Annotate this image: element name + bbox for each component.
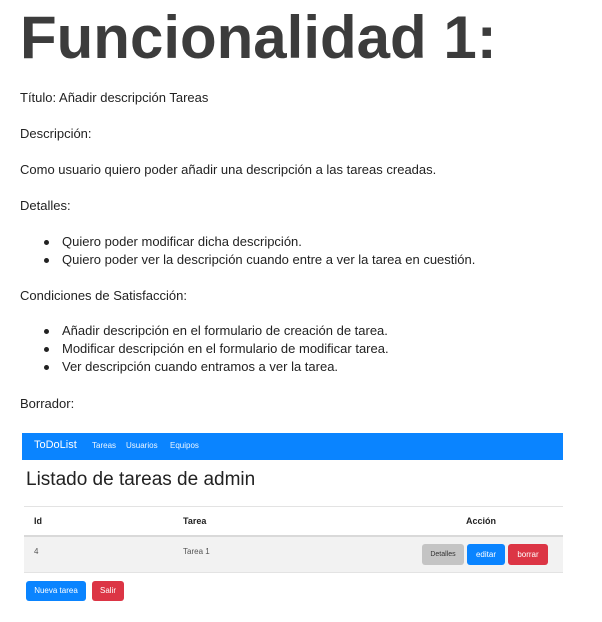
list-item: Modificar descripción en el formulario d… [20,340,389,358]
list-item: Añadir descripción en el formulario de c… [20,322,389,340]
nav-link-tareas[interactable]: Tareas [92,441,116,450]
cell-id: 4 [34,547,39,556]
list-item-text: Modificar descripción en el formulario d… [62,341,389,356]
list-item-text: Añadir descripción en el formulario de c… [62,323,388,338]
conditions-list: Añadir descripción en el formulario de c… [20,322,389,376]
list-item: Quiero poder ver la descripción cuando e… [20,251,475,269]
delete-button[interactable]: borrar [508,544,548,565]
column-header-tarea: Tarea [183,516,207,526]
details-button[interactable]: Detalles [422,544,464,565]
page-heading: Funcionalidad 1: [20,4,497,71]
bullet-icon [44,258,49,263]
list-item-text: Quiero poder ver la descripción cuando e… [62,252,476,267]
description-text: Como usuario quiero poder añadir una des… [20,162,437,177]
bullet-icon [44,329,49,334]
new-task-button[interactable]: Nueva tarea [26,581,86,601]
exit-button[interactable]: Salir [92,581,124,601]
bullet-icon [44,240,49,245]
bullet-icon [44,365,49,370]
table-row: 4 Tarea 1 Detalles editar borrar [24,537,563,573]
conditions-label: Condiciones de Satisfacción: [20,288,187,303]
details-list: Quiero poder modificar dicha descripción… [20,233,475,269]
draft-label: Borrador: [20,396,75,411]
list-item: Quiero poder modificar dicha descripción… [20,233,475,251]
nav-link-equipos[interactable]: Equipos [170,441,199,450]
mockup-page-title: Listado de tareas de admin [26,469,256,490]
draft-mockup: ToDoList Tareas Usuarios Equipos Listado… [22,433,564,609]
list-item-text: Quiero poder modificar dicha descripción… [62,234,302,249]
column-header-accion: Acción [466,516,497,526]
list-item-text: Ver descripción cuando entramos a ver la… [62,359,339,374]
list-item: Ver descripción cuando entramos a ver la… [20,358,389,376]
column-header-id: Id [34,516,42,526]
table-header: Id Tarea Acción [24,506,563,537]
navbar-brand[interactable]: ToDoList [34,439,77,451]
edit-button[interactable]: editar [467,544,505,565]
details-label: Detalles: [20,198,71,213]
bullet-icon [44,347,49,352]
title-line: Título: Añadir descripción Tareas [20,90,209,105]
description-label: Descripción: [20,126,92,141]
nav-link-usuarios[interactable]: Usuarios [126,441,158,450]
cell-tarea[interactable]: Tarea 1 [183,547,210,556]
navbar: ToDoList Tareas Usuarios Equipos [22,433,563,460]
